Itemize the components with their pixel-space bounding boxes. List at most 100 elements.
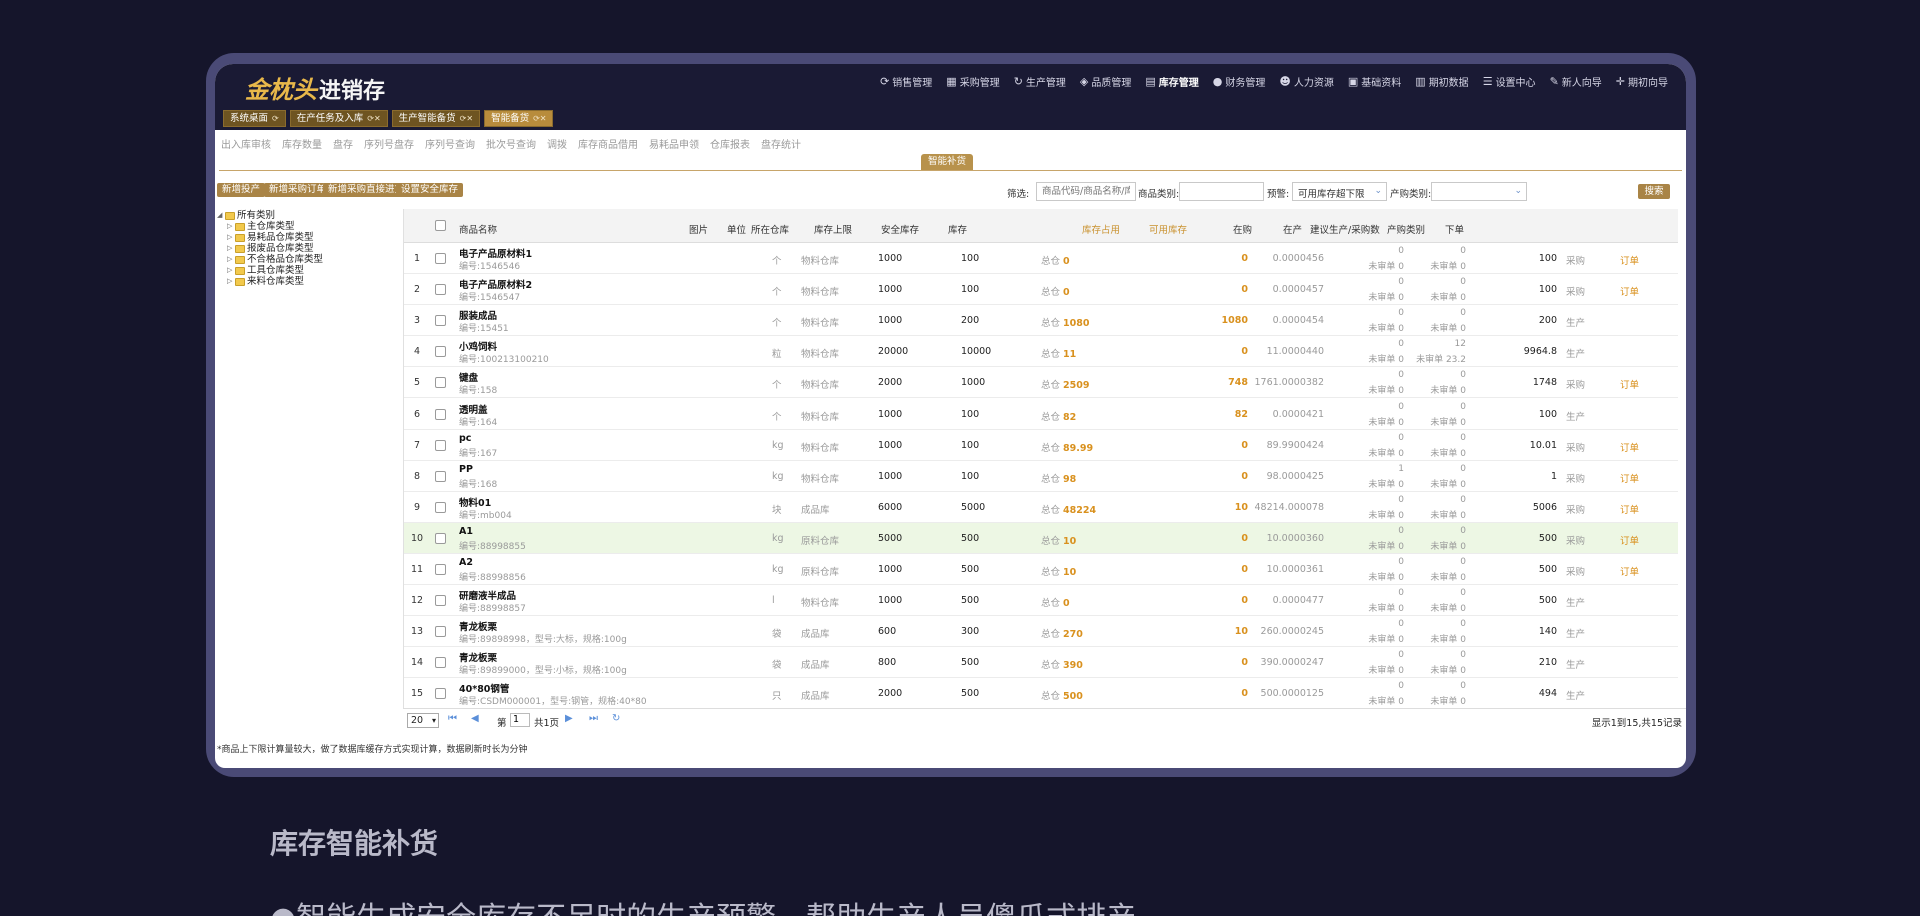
row-checkbox[interactable] — [435, 315, 446, 327]
row-checkbox[interactable] — [435, 253, 446, 264]
table-row[interactable]: 13 青龙板栗 编号:89898998，型号:大标，规格:100g 袋 成品库 600 30… — [404, 616, 1678, 648]
tab-1[interactable]: 在产任务及入库 ⟳✕ — [289, 110, 388, 127]
set-safety-stock-button[interactable]: 设置安全库存 — [396, 183, 464, 197]
nav-refresh[interactable]: ⟳ 销售管理 — [880, 74, 932, 89]
close-icon[interactable]: ⟳✕ — [460, 110, 473, 127]
tab-3[interactable]: 智能备货 ⟳✕ — [484, 110, 554, 127]
row-checkbox[interactable] — [435, 688, 446, 700]
row-checkbox[interactable] — [435, 626, 446, 638]
nav-document[interactable]: ▦ 采购管理 — [946, 74, 999, 89]
order-link[interactable]: 订单 — [1620, 284, 1639, 298]
table-row[interactable]: 2 电子产品原材料2 编号:1546547 个物料仓库 1000 100 总仓 0 0 0.00… — [404, 274, 1678, 306]
order-link[interactable]: 订单 — [1620, 377, 1639, 391]
expand-icon[interactable]: ▷ — [227, 243, 233, 254]
order-link[interactable]: 订单 — [1620, 502, 1639, 516]
row-checkbox[interactable] — [435, 532, 446, 544]
table-row[interactable]: 15 40*80钢管 编号:CSDM000001，型号:钢管，规格:40*80 只 成品… — [404, 678, 1678, 710]
nav-move[interactable]: ✛ 期初向导 — [1616, 74, 1668, 89]
nav-guide[interactable]: ✎ 新人向导 — [1550, 74, 1602, 89]
row-checkbox[interactable] — [435, 657, 446, 669]
expand-icon[interactable]: ▷ — [227, 232, 233, 243]
row-checkbox[interactable] — [435, 501, 446, 513]
table-row[interactable]: 6 透明盖 编号:164 个物料仓库 1000 100 总仓 82 82 0.0000421 0 未… — [404, 399, 1678, 430]
subnav-item[interactable]: 库存数量 — [282, 136, 322, 151]
tab-2[interactable]: 生产智能备货 ⟳✕ — [391, 110, 481, 127]
row-checkbox[interactable] — [435, 439, 446, 451]
row-checkbox[interactable] — [435, 284, 446, 296]
prev-page-icon[interactable]: ◀ — [471, 713, 479, 724]
category-select[interactable] — [1179, 182, 1264, 201]
subnav-item[interactable]: 盘存统计 — [761, 136, 801, 151]
last-page-icon[interactable]: ⏭ — [589, 713, 598, 724]
close-icon[interactable]: ⟳✕ — [367, 110, 380, 127]
nav-table[interactable]: ▥ 期初数据 — [1415, 74, 1468, 89]
close-icon[interactable]: ⟳✕ — [533, 110, 546, 127]
row-checkbox[interactable] — [435, 408, 446, 420]
table-row[interactable]: 3 服装成品 编号:15451 个物料仓库 1000 200 总仓 1080 1080 0.00… — [404, 305, 1678, 337]
row-checkbox[interactable] — [435, 346, 446, 358]
refresh-icon[interactable]: ↻ — [612, 713, 620, 724]
table-row[interactable]: 7 pc 编号:167 kg 物料仓库 1000 100 总仓 89.99 0 89.990042… — [404, 430, 1678, 461]
table-row[interactable]: 1 电子产品原材料1 编号:1546546 个物料仓库 1000 100 总仓 0 0 0.00… — [404, 243, 1678, 274]
table-row[interactable]: 4 小鸡饲料 编号:100213100210 粒 物料仓库 20000 10000 总仓 11… — [404, 336, 1678, 368]
order-link[interactable]: 订单 — [1620, 533, 1639, 547]
nav-diamond[interactable]: ◈ 品质管理 — [1080, 74, 1131, 89]
col-occupied[interactable]: 库存占用 — [1082, 222, 1120, 236]
type-select[interactable]: ⌄ — [1431, 182, 1527, 201]
table-row[interactable]: 11 A2 编号:88998856 kg 原料仓库 1000 500 总仓 10 0 10.000… — [404, 554, 1678, 585]
page-size-select[interactable]: 20 ▾ — [407, 713, 439, 728]
subnav-item[interactable]: 仓库报表 — [710, 136, 750, 151]
nav-cycle[interactable]: ↻ 生产管理 — [1014, 74, 1066, 89]
expand-icon[interactable]: ◢ — [217, 210, 223, 221]
nav-people[interactable]: ☻ 人力资源 — [1279, 74, 1333, 89]
row-checkbox[interactable] — [435, 595, 446, 607]
subnav-item[interactable]: 序列号盘存 — [364, 136, 414, 151]
row-checkbox[interactable] — [435, 377, 446, 389]
expand-icon[interactable]: ▷ — [227, 276, 233, 287]
subnav-item[interactable]: 盘存 — [333, 136, 353, 151]
table-row[interactable]: 5 键盘 编号:158 个 物料仓库 2000 1000 总仓 2509 748 1761.000… — [404, 367, 1678, 399]
expand-icon[interactable]: ▷ — [227, 254, 233, 265]
module-tab-smart-replenish[interactable]: 智能补货 — [921, 154, 973, 170]
order-link[interactable]: 订单 — [1620, 253, 1639, 267]
expand-icon[interactable]: ▷ — [227, 221, 233, 232]
page-input[interactable]: 1 — [510, 713, 530, 727]
tree-item[interactable]: ▷ 易耗品仓库类型 — [227, 232, 323, 243]
subnav-item[interactable]: 库存商品借用 — [578, 136, 638, 151]
search-input[interactable] — [1036, 182, 1136, 201]
tree-item[interactable]: ▷ 主仓库类型 — [227, 221, 323, 232]
warning-select[interactable]: 可用库存超下限 ⌄ — [1292, 182, 1387, 201]
subnav-item[interactable]: 序列号查询 — [425, 136, 475, 151]
table-row[interactable]: 9 物料01 编号:mb004 块 成品库 6000 5000 总仓 48224 10 48214… — [404, 492, 1678, 523]
expand-icon[interactable]: ▷ — [227, 265, 233, 276]
col-available[interactable]: 可用库存 — [1149, 222, 1187, 236]
col-name[interactable]: 商品名称 — [459, 222, 497, 236]
table-row[interactable]: 10 A1 编号:88998855 kg 原料仓库 5000 500 总仓 10 0 10.000… — [404, 522, 1678, 554]
table-row[interactable]: 12 研磨液半成品 编号:88998857 l 物料仓库 1000 500 总仓 0 0 0.00… — [404, 585, 1678, 617]
tree-item[interactable]: ▷ 不合格品仓库类型 — [227, 254, 323, 265]
select-all-checkbox[interactable] — [435, 220, 446, 231]
close-icon[interactable]: ⟳ — [272, 110, 279, 127]
tree-item[interactable]: ▷ 报废品仓库类型 — [227, 243, 323, 254]
new-production-button[interactable]: 新增投产 — [217, 183, 266, 197]
order-link[interactable]: 订单 — [1620, 564, 1639, 578]
order-link[interactable]: 订单 — [1620, 440, 1639, 454]
tree-item[interactable]: ▷ 工具仓库类型 — [227, 265, 323, 276]
first-page-icon[interactable]: ⏮ — [448, 713, 457, 724]
tree-root[interactable]: ◢ 所有类别 — [217, 210, 323, 221]
row-checkbox[interactable] — [435, 564, 446, 575]
new-purchase-order-button[interactable]: 新增采购订单 — [264, 183, 332, 197]
subnav-item[interactable]: 批次号查询 — [486, 136, 536, 151]
col-stock[interactable]: 库存 — [948, 222, 967, 236]
row-checkbox[interactable] — [435, 470, 446, 482]
col-safe[interactable]: 安全库存 — [881, 222, 919, 236]
subnav-item[interactable]: 出入库审核 — [221, 136, 271, 151]
table-row[interactable]: 14 青龙板栗 编号:89899000，型号:小标，规格:100g 袋 成品库 800 50… — [404, 647, 1678, 679]
tree-item[interactable]: ▷ 来料仓库类型 — [227, 276, 323, 287]
search-button[interactable]: 搜索 — [1638, 184, 1670, 199]
nav-sliders[interactable]: ☰ 设置中心 — [1483, 74, 1536, 89]
col-max[interactable]: 库存上限 — [814, 222, 852, 236]
subnav-item[interactable]: 易耗品申领 — [649, 136, 699, 151]
next-page-icon[interactable]: ▶ — [565, 713, 573, 724]
nav-grid[interactable]: ▤ 库存管理 — [1145, 74, 1198, 89]
